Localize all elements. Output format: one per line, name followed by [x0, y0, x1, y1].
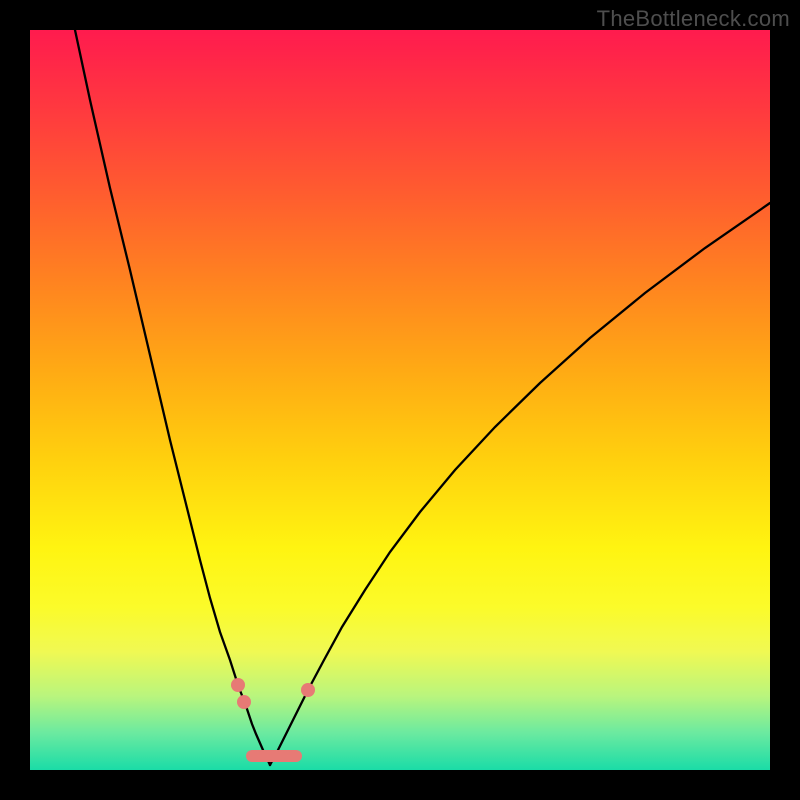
plot-area [30, 30, 770, 770]
chart-frame: TheBottleneck.com [0, 0, 800, 800]
marker-dot [301, 683, 315, 697]
marker-dot [231, 678, 245, 692]
left-curve [75, 30, 270, 765]
chart-overlay [30, 30, 770, 770]
right-curve [270, 203, 770, 765]
marker-group [231, 678, 315, 756]
marker-dot [237, 695, 251, 709]
watermark-text: TheBottleneck.com [597, 6, 790, 32]
